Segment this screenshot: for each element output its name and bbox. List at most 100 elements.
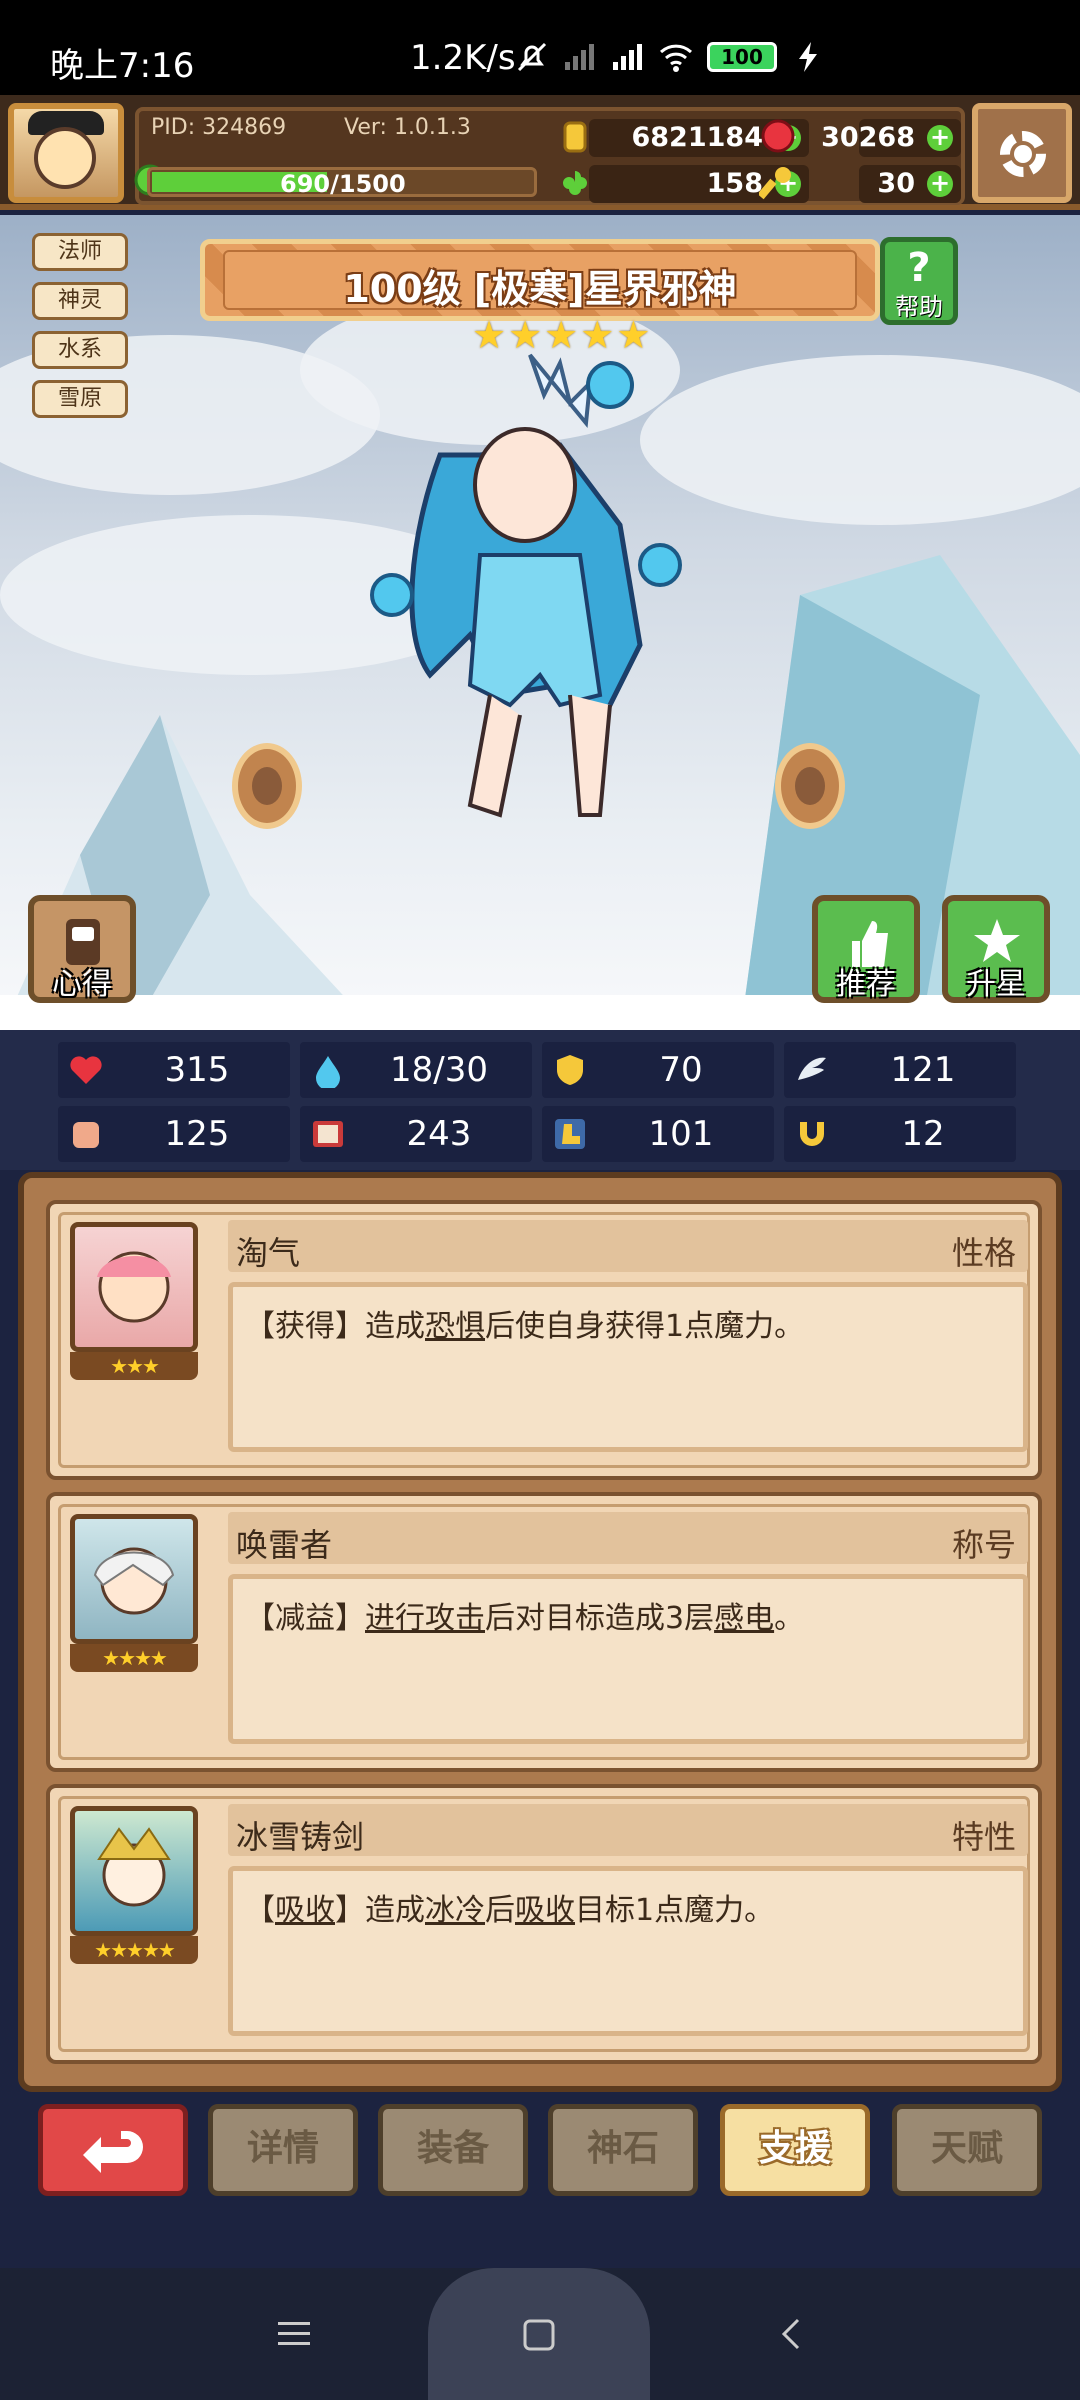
wifi-icon — [659, 44, 693, 72]
notes-button[interactable]: 心得 — [28, 895, 136, 1003]
hero-sprite — [370, 353, 682, 818]
water-drop-icon — [316, 1056, 340, 1088]
horseshoe-icon — [800, 1122, 824, 1146]
boot-icon — [555, 1119, 585, 1149]
key-counter: 30 + — [859, 165, 961, 203]
key-icon — [759, 167, 791, 200]
support-portrait — [70, 1222, 198, 1352]
hero-name: 100级 [极寒]星界邪神 — [343, 267, 737, 311]
clover-icon — [563, 171, 587, 195]
tag-race[interactable]: 神灵 — [32, 282, 128, 320]
keyword-link[interactable]: 恐惧 — [425, 1309, 485, 1344]
description-text: 【减益】 — [245, 1601, 365, 1636]
support-stars: ★★★★ — [70, 1644, 198, 1672]
support-description: 【吸收】造成冰冷后吸收目标1点魔力。 — [228, 1866, 1028, 2036]
tab-details[interactable]: 详情 — [208, 2104, 358, 2196]
back-icon[interactable] — [774, 2316, 810, 2352]
home-button[interactable] — [428, 2268, 650, 2400]
signal-hd-icon — [613, 44, 642, 70]
tab-godstone[interactable]: 神石 — [548, 2104, 698, 2196]
support-type: 性格 — [951, 1234, 1016, 1272]
battery-icon: 100 — [707, 42, 777, 72]
stat-luck: 12 — [784, 1106, 1016, 1162]
hero-scene: 法师 神灵 水系 雪原 100级 [极寒]星界邪神 ★ ★ ★ ★ ★ ? 帮助 心得 … — [0, 215, 1080, 1030]
stat-mana: 18/30 — [300, 1042, 532, 1098]
player-info: PID: 324869 Ver: 1.0.1.3 690/1500 682118… — [134, 107, 965, 205]
fist-icon — [73, 1122, 99, 1148]
support-stars: ★★★★★ — [70, 1936, 198, 1964]
add-key-button[interactable]: + — [927, 171, 953, 197]
support-card-personality[interactable]: ★★★ 淘气 性格 【获得】造成恐惧后使自身获得1点魔力。 — [46, 1200, 1042, 1480]
description-text: 后使自身获得1点魔力。 — [485, 1309, 805, 1344]
keyword-link[interactable]: 冰冷 — [425, 1893, 485, 1928]
tag-terrain[interactable]: 雪原 — [32, 380, 128, 418]
tab-equipment[interactable]: 装备 — [378, 2104, 528, 2196]
keyword-link[interactable]: 进行攻击 — [365, 1601, 485, 1636]
return-arrow-icon — [83, 2131, 143, 2173]
tag-element[interactable]: 水系 — [32, 331, 128, 369]
game-version: Ver: 1.0.1.3 — [344, 115, 471, 140]
tag-class[interactable]: 法师 — [32, 233, 128, 271]
tab-support[interactable]: 支援 — [720, 2104, 870, 2196]
support-stars: ★★★ — [70, 1352, 198, 1380]
support-type: 称号 — [951, 1526, 1016, 1564]
star-up-label: 升星 — [966, 967, 1026, 1002]
support-title: 冰雪铸剑 特性 — [228, 1804, 1028, 1856]
rune-slot-right[interactable] — [775, 743, 845, 829]
support-name: 冰雪铸剑 — [236, 1818, 365, 1856]
mute-icon — [517, 42, 547, 72]
support-portrait — [70, 1806, 198, 1936]
resource-header: PID: 324869 Ver: 1.0.1.3 690/1500 682118… — [0, 95, 1080, 210]
keyword-link[interactable]: 吸收 — [275, 1893, 335, 1928]
heart-icon — [70, 1056, 102, 1084]
keyword-link[interactable]: 感电 — [714, 1601, 774, 1636]
stat-speed: 121 — [784, 1042, 1016, 1098]
player-avatar[interactable] — [8, 103, 124, 203]
support-description: 【获得】造成恐惧后使自身获得1点魔力。 — [228, 1282, 1028, 1452]
notes-label: 心得 — [52, 967, 112, 1002]
system-nav-bar — [0, 2268, 1080, 2400]
signal-no-sim-icon — [565, 44, 594, 70]
support-name: 淘气 — [236, 1234, 301, 1272]
stat-attack: 125 — [58, 1106, 290, 1162]
add-ruby-button[interactable]: + — [927, 125, 953, 151]
help-button[interactable]: ? 帮助 — [880, 237, 958, 325]
hero-tags: 法师 神灵 水系 雪原 — [32, 233, 128, 429]
network-speed: 1.2K/s — [410, 38, 516, 78]
support-title: 淘气 性格 — [228, 1220, 1028, 1272]
support-card-trait[interactable]: ★★★★★ 冰雪铸剑 特性 【吸收】造成冰冷后吸收目标1点魔力。 — [46, 1784, 1042, 2064]
description-text: 】造成 — [335, 1893, 425, 1928]
recommend-label: 推荐 — [836, 967, 896, 1002]
ruby-icon — [761, 119, 795, 153]
description-text: 【获得】造成 — [245, 1309, 425, 1344]
charging-icon — [799, 42, 817, 72]
stat-agility: 101 — [542, 1106, 774, 1162]
support-card-title[interactable]: ★★★★ 唤雷者 称号 【减益】进行攻击后对目标造成3层感电。 — [46, 1492, 1042, 1772]
description-text: 【 — [245, 1893, 275, 1928]
support-title: 唤雷者 称号 — [228, 1512, 1028, 1564]
gold-coin-icon — [563, 121, 587, 153]
settings-button[interactable] — [972, 103, 1072, 203]
keyword-link[interactable]: 吸收 — [515, 1893, 575, 1928]
description-text: 。 — [774, 1601, 805, 1636]
support-name: 唤雷者 — [236, 1526, 333, 1564]
bottom-tab-bar: 详情 装备 神石 支援 天赋 — [0, 2092, 1080, 2268]
support-description: 【减益】进行攻击后对目标造成3层感电。 — [228, 1574, 1028, 1744]
star-up-button[interactable]: 升星 — [942, 895, 1050, 1003]
support-type: 特性 — [951, 1818, 1016, 1856]
rune-slot-left[interactable] — [232, 743, 302, 829]
recommend-button[interactable]: 推荐 — [812, 895, 920, 1003]
ruby-counter: 30268 + — [821, 119, 961, 157]
book-icon — [313, 1121, 343, 1147]
description-text: 后对目标造成3层 — [485, 1601, 715, 1636]
return-button[interactable] — [38, 2104, 188, 2196]
tab-talent[interactable]: 天赋 — [892, 2104, 1042, 2196]
menu-icon[interactable] — [276, 2316, 312, 2352]
description-text: 后 — [485, 1893, 515, 1928]
status-time: 晚上7:16 — [50, 46, 195, 86]
status-bar: 晚上7:16 1.2K/s 100 — [0, 0, 1080, 95]
hero-name-banner: 100级 [极寒]星界邪神 — [200, 239, 880, 321]
stat-magic: 243 — [300, 1106, 532, 1162]
wing-icon — [798, 1057, 826, 1080]
stat-health: 315 — [58, 1042, 290, 1098]
